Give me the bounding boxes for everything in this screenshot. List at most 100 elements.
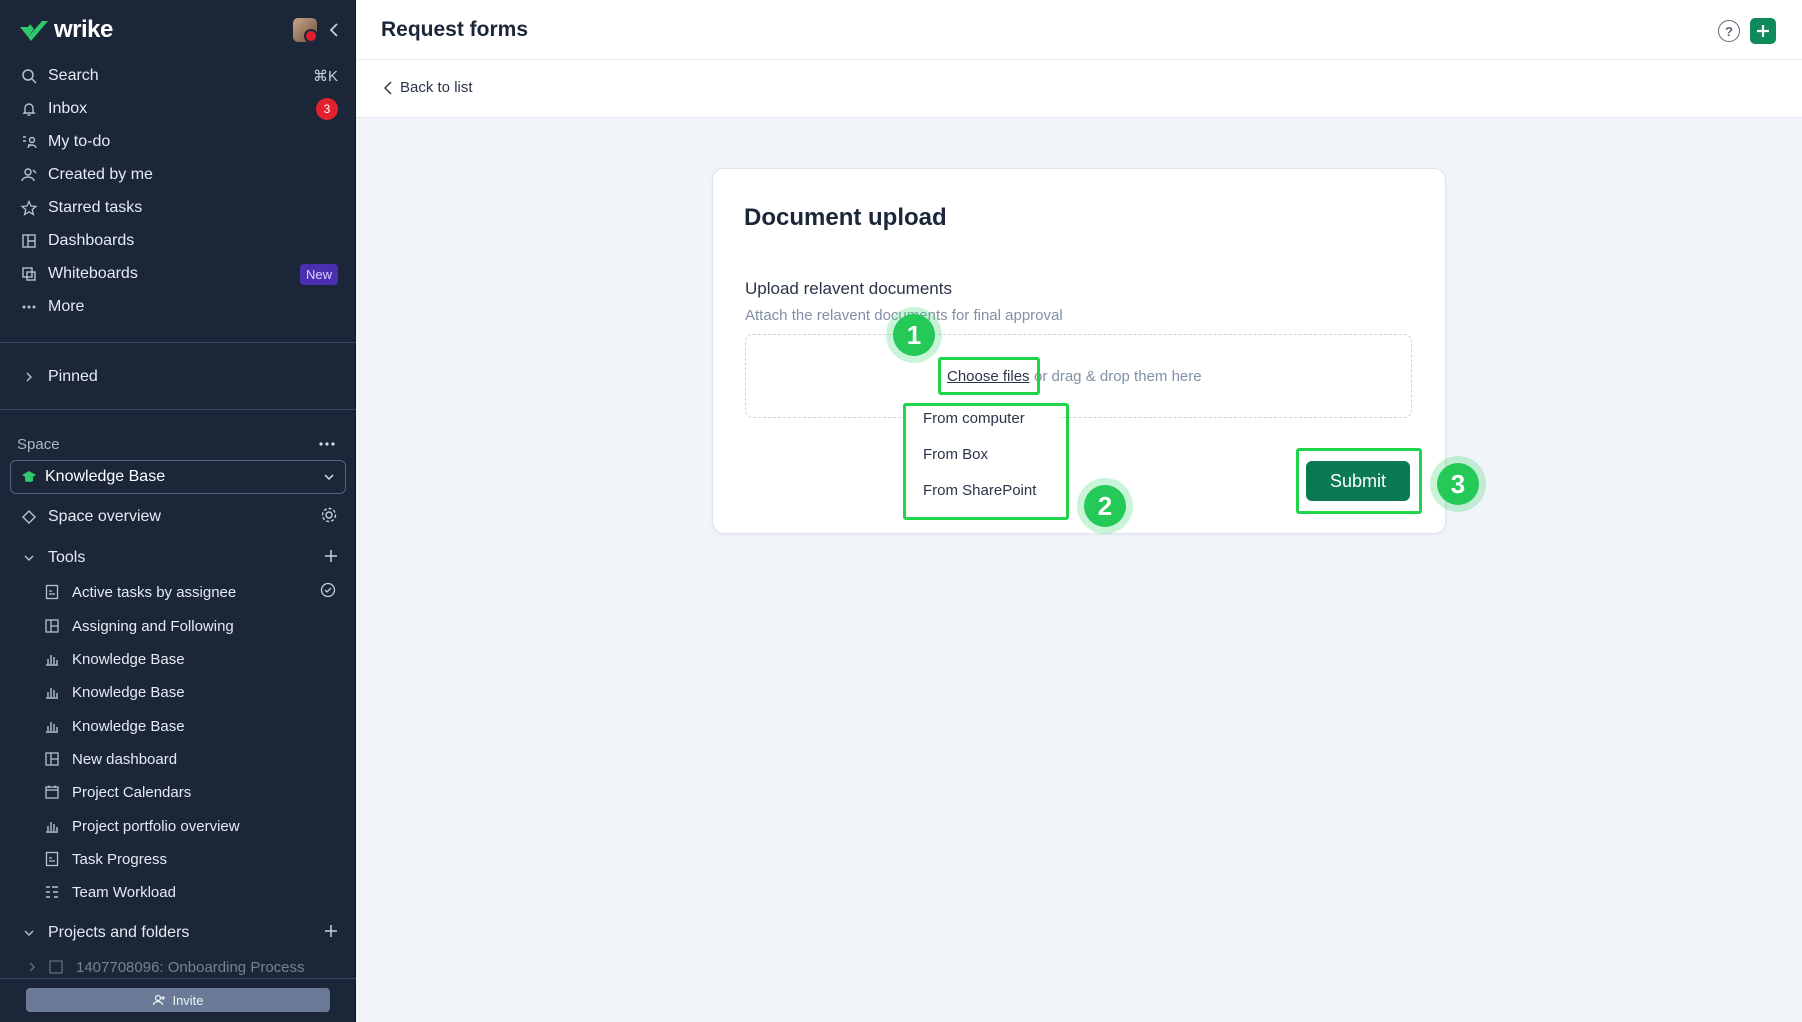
tool-item[interactable]: Assigning and Following	[36, 611, 346, 641]
projects-folders-label: Projects and folders	[48, 924, 190, 941]
nav-whiteboards[interactable]: Whiteboards New	[8, 258, 348, 290]
pinned-section[interactable]: Pinned	[8, 361, 348, 393]
invite-button[interactable]: Invite	[26, 988, 330, 1012]
back-to-list-label: Back to list	[400, 79, 473, 96]
help-icon[interactable]: ?	[1718, 20, 1740, 42]
space-overview-label: Space overview	[48, 508, 161, 525]
nav-my-todo-label: My to-do	[48, 133, 111, 150]
chart-icon	[42, 716, 62, 736]
nav-more[interactable]: More	[8, 291, 348, 323]
nav-dashboards[interactable]: Dashboards	[8, 225, 348, 257]
tools-label: Tools	[48, 549, 86, 566]
projects-folders-section[interactable]: Projects and folders	[8, 917, 348, 949]
nav-my-todo[interactable]: My to-do	[8, 126, 348, 158]
tools-section[interactable]: Tools	[8, 542, 348, 574]
project-item-label: 1407708096: Onboarding Process	[76, 958, 305, 976]
chevron-left-icon	[329, 23, 338, 37]
tool-item-label: Knowledge Base	[72, 650, 185, 668]
sidebar-divider	[0, 342, 356, 343]
nav-search[interactable]: Search ⌘K	[8, 60, 348, 92]
add-button[interactable]	[1750, 18, 1776, 44]
chevron-down-icon	[22, 922, 36, 944]
nav-more-label: More	[48, 298, 85, 315]
nav-whiteboards-label: Whiteboards	[48, 265, 138, 282]
tool-item[interactable]: Project Calendars	[36, 777, 346, 807]
todo-icon	[18, 131, 40, 153]
nav-created-by-me[interactable]: Created by me	[8, 159, 348, 191]
star-icon	[18, 197, 40, 219]
chevron-left-icon	[384, 80, 392, 95]
add-project-plus-icon[interactable]	[324, 924, 338, 943]
step-number: 3	[1437, 463, 1479, 505]
add-user-icon	[153, 994, 166, 1006]
upload-field-label: Upload relavent documents	[745, 279, 952, 298]
back-to-list-link[interactable]: Back to list	[384, 79, 473, 96]
tool-item[interactable]: Knowledge Base	[36, 644, 346, 674]
whiteboard-icon	[18, 263, 40, 285]
dashboard-icon	[18, 230, 40, 252]
step-marker-3: 3	[1430, 456, 1486, 512]
step-marker-2: 2	[1077, 478, 1133, 534]
sidebar-divider	[0, 409, 356, 410]
new-badge: New	[299, 263, 338, 285]
chevron-down-icon	[323, 468, 335, 486]
nav-inbox[interactable]: Inbox 3	[8, 93, 348, 125]
chart-icon	[42, 649, 62, 669]
tool-item[interactable]: Team Workload	[36, 877, 346, 907]
tool-item[interactable]: Project portfolio overview	[36, 811, 346, 841]
tool-item-label: Project portfolio overview	[72, 817, 240, 835]
chevron-right-icon	[22, 366, 36, 388]
pinned-label: Pinned	[48, 368, 98, 385]
nav-inbox-label: Inbox	[48, 100, 88, 117]
sidebar-divider	[0, 978, 356, 979]
tool-item-label: Active tasks by assignee	[72, 583, 237, 601]
tool-item[interactable]: Task Progress	[36, 844, 346, 874]
tool-item[interactable]: Active tasks by assignee	[36, 577, 346, 607]
nav-created-label: Created by me	[48, 166, 153, 183]
sidebar: wrike Search ⌘K Inbox 3 My to-do Created…	[0, 0, 356, 1022]
dashboard-icon	[42, 749, 62, 769]
space-selector[interactable]: Knowledge Base	[10, 460, 346, 494]
check-circle-icon	[320, 582, 336, 602]
tool-item-label: Team Workload	[72, 883, 176, 901]
chevron-right-icon	[26, 957, 38, 977]
page-title: Request forms	[381, 18, 529, 41]
tool-item-label: Knowledge Base	[72, 717, 185, 735]
collapse-sidebar-button[interactable]	[324, 18, 344, 42]
project-icon	[46, 957, 66, 977]
invite-label: Invite	[172, 992, 204, 1008]
nav-starred-tasks[interactable]: Starred tasks	[8, 192, 348, 224]
wrike-logo[interactable]: wrike	[18, 14, 113, 46]
form-title: Document upload	[744, 204, 947, 231]
tool-item-label: Task Progress	[72, 850, 168, 868]
tool-item-label: Assigning and Following	[72, 617, 234, 635]
tool-item[interactable]: New dashboard	[36, 744, 346, 774]
tool-item[interactable]: Knowledge Base	[36, 711, 346, 741]
drop-hint-text: or drag & drop them here	[1034, 368, 1202, 385]
calendar-icon	[42, 782, 62, 802]
space-overview-icon	[18, 506, 40, 528]
add-tool-plus-icon[interactable]	[324, 549, 338, 568]
nav-dashboards-label: Dashboards	[48, 232, 135, 249]
step-number: 1	[893, 314, 935, 356]
space-selected-label: Knowledge Base	[45, 468, 166, 485]
report-icon	[42, 582, 62, 602]
chart-icon	[42, 682, 62, 702]
step-number: 2	[1084, 485, 1126, 527]
main-area: Request forms ? Back to list Document up…	[356, 0, 1802, 1022]
highlight-upload-menu	[903, 403, 1069, 520]
more-icon	[319, 442, 335, 446]
bell-icon	[18, 98, 40, 120]
space-more-button[interactable]	[318, 436, 338, 452]
space-overview[interactable]: Space overview	[8, 501, 348, 533]
user-icon	[18, 164, 40, 186]
graduation-cap-icon	[22, 471, 36, 482]
top-bar: Request forms ?	[356, 0, 1802, 60]
avatar[interactable]	[293, 18, 317, 42]
search-icon	[18, 65, 40, 87]
tool-item[interactable]: Knowledge Base	[36, 677, 346, 707]
chart-icon	[42, 816, 62, 836]
highlight-choose-files	[938, 357, 1040, 395]
gear-icon[interactable]	[320, 506, 338, 529]
report-icon	[42, 849, 62, 869]
